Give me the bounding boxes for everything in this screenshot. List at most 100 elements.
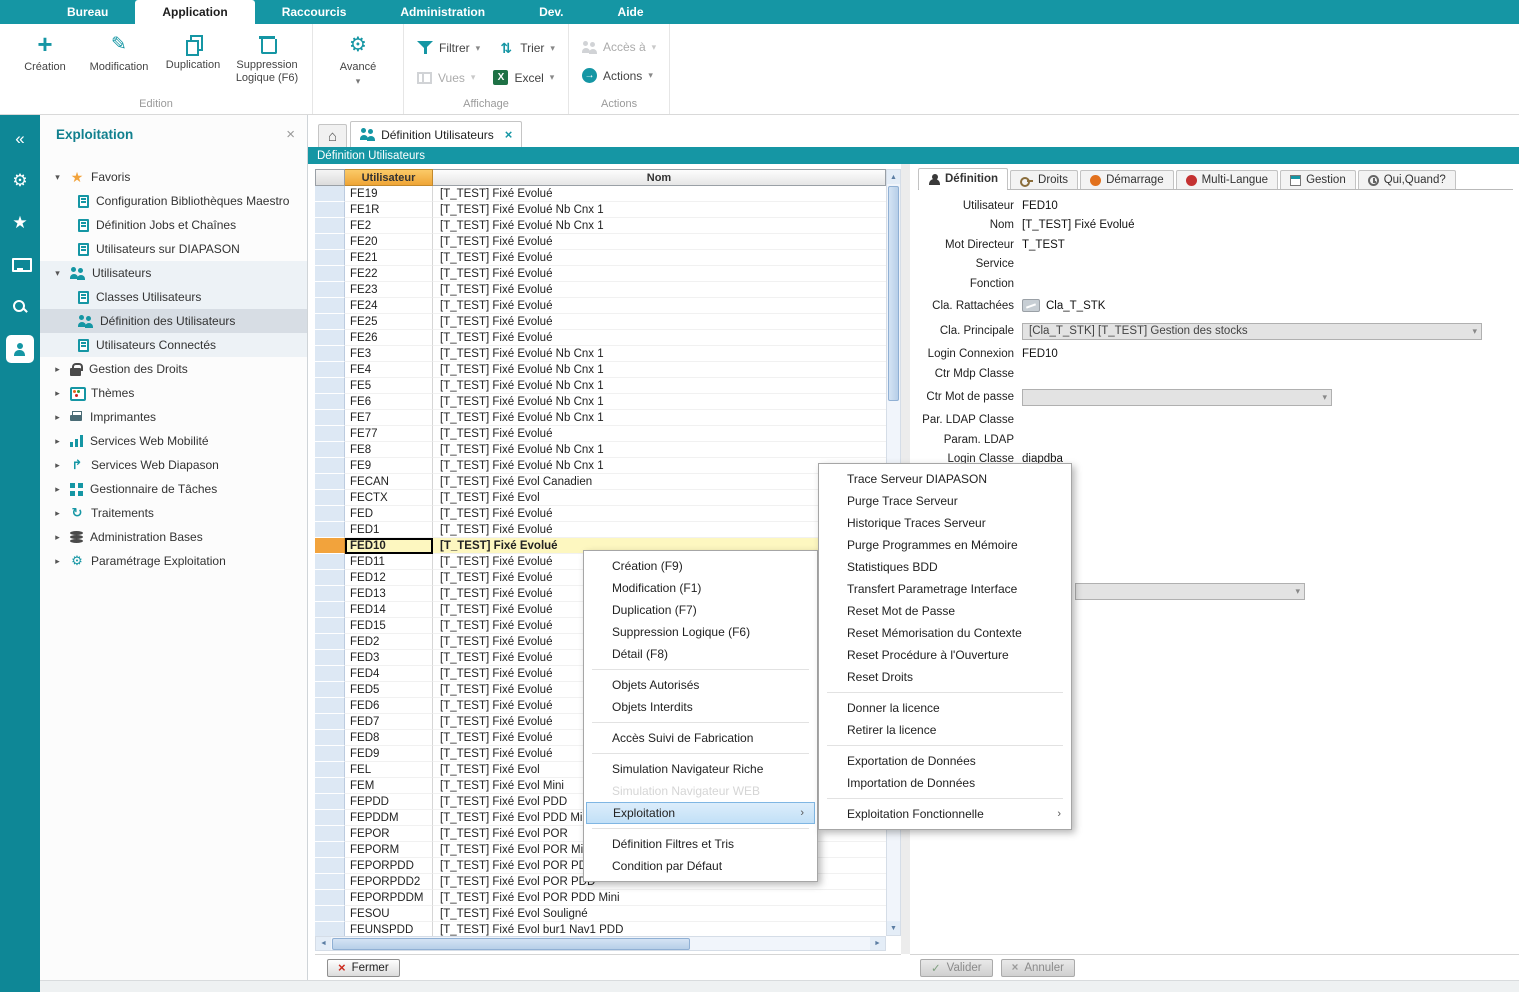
tree-item-classes-utilisateurs[interactable]: Classes Utilisateurs bbox=[40, 285, 307, 309]
chevron-right-icon[interactable]: ▸ bbox=[52, 508, 63, 519]
menu-raccourcis[interactable]: Raccourcis bbox=[255, 0, 374, 24]
sub-exportation-de-donnees[interactable]: Exportation de Données bbox=[819, 750, 1071, 772]
ctx-simulation-navigateur-riche[interactable]: Simulation Navigateur Riche bbox=[584, 758, 817, 780]
search-icon[interactable] bbox=[6, 293, 34, 321]
duplication-button[interactable]: Duplication bbox=[156, 28, 230, 90]
ctx-exploitation[interactable]: Exploitation› bbox=[586, 802, 815, 824]
user-row-fe8[interactable]: FE8[T_TEST] Fixé Evolué Nb Cnx 1 bbox=[315, 442, 886, 458]
sub-trace-serveur-diapason[interactable]: Trace Serveur DIAPASON bbox=[819, 468, 1071, 490]
sub-purge-trace-serveur[interactable]: Purge Trace Serveur bbox=[819, 490, 1071, 512]
user-row-feunspdd[interactable]: FEUNSPDD[T_TEST] Fixé Evol bur1 Nav1 PDD bbox=[315, 922, 886, 936]
user-row-fe3[interactable]: FE3[T_TEST] Fixé Evolué Nb Cnx 1 bbox=[315, 346, 886, 362]
tree-item-gestionnaire-de-taches[interactable]: ▸Gestionnaire de Tâches bbox=[40, 477, 307, 501]
tree-item-favoris[interactable]: ▾★Favoris bbox=[40, 165, 307, 189]
collapse-chevrons-icon[interactable]: « bbox=[6, 125, 34, 153]
chevron-right-icon[interactable]: ▸ bbox=[52, 412, 63, 423]
valider-button[interactable]: ✓Valider bbox=[920, 959, 993, 977]
user-row-fe22[interactable]: FE22[T_TEST] Fixé Evolué bbox=[315, 266, 886, 282]
ctx-definition-filtres-et-tris[interactable]: Définition Filtres et Tris bbox=[584, 833, 817, 855]
monitor-icon[interactable] bbox=[6, 251, 34, 279]
field-cla-principale-select[interactable]: [Cla_T_STK] [T_TEST] Gestion des stocks▾ bbox=[1022, 323, 1482, 340]
detail-tab-gestion[interactable]: Gestion bbox=[1280, 170, 1356, 189]
chevron-right-icon[interactable]: ▸ bbox=[52, 388, 63, 399]
user-row-fe20[interactable]: FE20[T_TEST] Fixé Evolué bbox=[315, 234, 886, 250]
tree-item-services-web-mobilite[interactable]: ▸Services Web Mobilité bbox=[40, 429, 307, 453]
ctx-condition-par-defaut[interactable]: Condition par Défaut bbox=[584, 855, 817, 877]
acces-a-button[interactable]: Accès à▾ bbox=[577, 38, 661, 56]
user-row-fectx[interactable]: FECTX[T_TEST] Fixé Evol bbox=[315, 490, 886, 506]
chevron-right-icon[interactable]: ▸ bbox=[52, 364, 63, 375]
ctx-detail-f8[interactable]: Détail (F8) bbox=[584, 643, 817, 665]
chevron-down-icon[interactable]: ▾ bbox=[52, 268, 63, 279]
user-row-fe21[interactable]: FE21[T_TEST] Fixé Evolué bbox=[315, 250, 886, 266]
field-utilisateur-value[interactable]: FED10 bbox=[1022, 200, 1058, 212]
vues-button[interactable]: Vues▾ bbox=[412, 68, 480, 87]
chevron-right-icon[interactable]: ▸ bbox=[52, 436, 63, 447]
menu-aide[interactable]: Aide bbox=[591, 0, 671, 24]
tab-definition-utilisateurs[interactable]: Définition Utilisateurs × bbox=[350, 121, 522, 147]
extra-select[interactable]: ▾ bbox=[1075, 583, 1305, 600]
ctx-objets-interdits[interactable]: Objets Interdits bbox=[584, 696, 817, 718]
field-nom-value[interactable]: [T_TEST] Fixé Evolué bbox=[1022, 219, 1134, 231]
user-row-fe1r[interactable]: FE1R[T_TEST] Fixé Evolué Nb Cnx 1 bbox=[315, 202, 886, 218]
tree-item-administration-bases[interactable]: ▸Administration Bases bbox=[40, 525, 307, 549]
chevron-down-icon[interactable]: ▾ bbox=[52, 172, 63, 183]
user-row-fe19[interactable]: FE19[T_TEST] Fixé Evolué bbox=[315, 186, 886, 202]
sub-reset-memorisation-du-contexte[interactable]: Reset Mémorisation du Contexte bbox=[819, 622, 1071, 644]
sub-exploitation-fonctionnelle[interactable]: Exploitation Fonctionnelle› bbox=[819, 803, 1071, 825]
user-row-fe26[interactable]: FE26[T_TEST] Fixé Evolué bbox=[315, 330, 886, 346]
actions-button[interactable]: →Actions▾ bbox=[577, 66, 658, 85]
column-header-nom[interactable]: Nom bbox=[433, 169, 886, 186]
user-row-fe7[interactable]: FE7[T_TEST] Fixé Evolué Nb Cnx 1 bbox=[315, 410, 886, 426]
field-mot-directeur-value[interactable]: T_TEST bbox=[1022, 239, 1065, 251]
fermer-button[interactable]: × Fermer bbox=[327, 959, 400, 977]
annuler-button[interactable]: ×Annuler bbox=[1001, 959, 1075, 977]
column-header-utilisateur[interactable]: Utilisateur bbox=[345, 169, 433, 186]
detail-tab-definition[interactable]: Définition bbox=[918, 168, 1008, 189]
user-row-fe25[interactable]: FE25[T_TEST] Fixé Evolué bbox=[315, 314, 886, 330]
excel-button[interactable]: XExcel▾ bbox=[488, 68, 559, 87]
user-row-fe23[interactable]: FE23[T_TEST] Fixé Evolué bbox=[315, 282, 886, 298]
user-row-fe5[interactable]: FE5[T_TEST] Fixé Evolué Nb Cnx 1 bbox=[315, 378, 886, 394]
sub-importation-de-donnees[interactable]: Importation de Données bbox=[819, 772, 1071, 794]
tree-item-parametrage-exploitation[interactable]: ▸⚙Paramétrage Exploitation bbox=[40, 549, 307, 573]
filtrer-button[interactable]: Filtrer▾ bbox=[412, 38, 485, 58]
user-row-fe9[interactable]: FE9[T_TEST] Fixé Evolué Nb Cnx 1 bbox=[315, 458, 886, 474]
gear-icon[interactable]: ⚙ bbox=[6, 167, 34, 195]
tree-item-utilisateurs-connectes[interactable]: Utilisateurs Connectés bbox=[40, 333, 307, 357]
detail-tab-qui-quand[interactable]: Qui,Quand? bbox=[1358, 170, 1456, 189]
sub-historique-traces-serveur[interactable]: Historique Traces Serveur bbox=[819, 512, 1071, 534]
tree-item-gestion-des-droits[interactable]: ▸Gestion des Droits bbox=[40, 357, 307, 381]
scroll-right-arrow-icon[interactable]: ► bbox=[870, 937, 885, 950]
chevron-right-icon[interactable]: ▸ bbox=[52, 532, 63, 543]
sub-reset-procedure-a-l-ouverture[interactable]: Reset Procédure à l'Ouverture bbox=[819, 644, 1071, 666]
creation-button[interactable]: +Création bbox=[8, 28, 82, 90]
menu-bureau[interactable]: Bureau bbox=[40, 0, 135, 24]
user-row-fecan[interactable]: FECAN[T_TEST] Fixé Evol Canadien bbox=[315, 474, 886, 490]
tree-item-utilisateurs[interactable]: ▾Utilisateurs bbox=[40, 261, 307, 285]
chevron-right-icon[interactable]: ▸ bbox=[52, 556, 63, 567]
user-row-fe4[interactable]: FE4[T_TEST] Fixé Evolué Nb Cnx 1 bbox=[315, 362, 886, 378]
field-login-connexion-value[interactable]: FED10 bbox=[1022, 348, 1058, 360]
sub-reset-mot-de-passe[interactable]: Reset Mot de Passe bbox=[819, 600, 1071, 622]
sub-transfert-parametrage-interface[interactable]: Transfert Parametrage Interface bbox=[819, 578, 1071, 600]
suppression-logique-f6-button[interactable]: Suppression Logique (F6) bbox=[230, 28, 304, 90]
user-row-fe2[interactable]: FE2[T_TEST] Fixé Evolué Nb Cnx 1 bbox=[315, 218, 886, 234]
menu-application[interactable]: Application bbox=[135, 0, 254, 24]
chevron-right-icon[interactable]: ▸ bbox=[52, 484, 63, 495]
scroll-left-arrow-icon[interactable]: ◄ bbox=[316, 937, 331, 950]
user-row-fed[interactable]: FED[T_TEST] Fixé Evolué bbox=[315, 506, 886, 522]
user-row-fe77[interactable]: FE77[T_TEST] Fixé Evolué bbox=[315, 426, 886, 442]
chevron-right-icon[interactable]: ▸ bbox=[52, 460, 63, 471]
detail-tab-demarrage[interactable]: Démarrage bbox=[1080, 170, 1174, 189]
ctx-duplication-f7[interactable]: Duplication (F7) bbox=[584, 599, 817, 621]
tree-item-utilisateurs-sur-diapason[interactable]: Utilisateurs sur DIAPASON bbox=[40, 237, 307, 261]
user-row-fed1[interactable]: FED1[T_TEST] Fixé Evolué bbox=[315, 522, 886, 538]
ctx-acces-suivi-de-fabrication[interactable]: Accès Suivi de Fabrication bbox=[584, 727, 817, 749]
user-row-fe24[interactable]: FE24[T_TEST] Fixé Evolué bbox=[315, 298, 886, 314]
vertical-scroll-thumb[interactable] bbox=[888, 186, 899, 401]
sub-purge-programmes-en-memoire[interactable]: Purge Programmes en Mémoire bbox=[819, 534, 1071, 556]
star-icon[interactable]: ★ bbox=[6, 209, 34, 237]
detail-tab-multi-langue[interactable]: Multi-Langue bbox=[1176, 170, 1278, 189]
tree-item-services-web-diapason[interactable]: ▸↱Services Web Diapason bbox=[40, 453, 307, 477]
